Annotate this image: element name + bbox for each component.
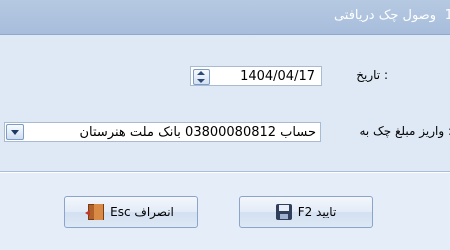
chevron-down-icon[interactable] [6, 124, 24, 140]
confirm-button[interactable]: تایید F2 [239, 196, 373, 228]
divider-highlight [0, 172, 450, 173]
form-panel [0, 35, 450, 171]
window-title: وصول چک دریافتی [333, 8, 436, 23]
save-disk-icon [275, 204, 292, 220]
cancel-button-label: انصراف Esc [110, 205, 174, 219]
spin-up-icon[interactable] [197, 71, 205, 75]
deposit-account-select[interactable]: حساب 03800080812 بانک ملت هنرستان [4, 122, 321, 142]
window-title-number: 1 [444, 8, 450, 23]
title-bar: 1 وصول چک دریافتی [0, 0, 450, 35]
confirm-button-label: تایید F2 [297, 205, 337, 219]
spin-down-icon[interactable] [197, 79, 205, 83]
exit-door-icon [85, 204, 105, 220]
date-label: : تاریخ [356, 68, 388, 82]
deposit-account-value: حساب 03800080812 بانک ملت هنرستان [79, 125, 317, 140]
date-value: 1404/04/17 [240, 69, 315, 84]
date-spin-icon[interactable] [193, 69, 210, 85]
cancel-button[interactable]: انصراف Esc [64, 196, 198, 228]
deposit-label: : واریز مبلغ چک به [359, 124, 450, 138]
date-field[interactable]: 1404/04/17 [190, 66, 322, 86]
